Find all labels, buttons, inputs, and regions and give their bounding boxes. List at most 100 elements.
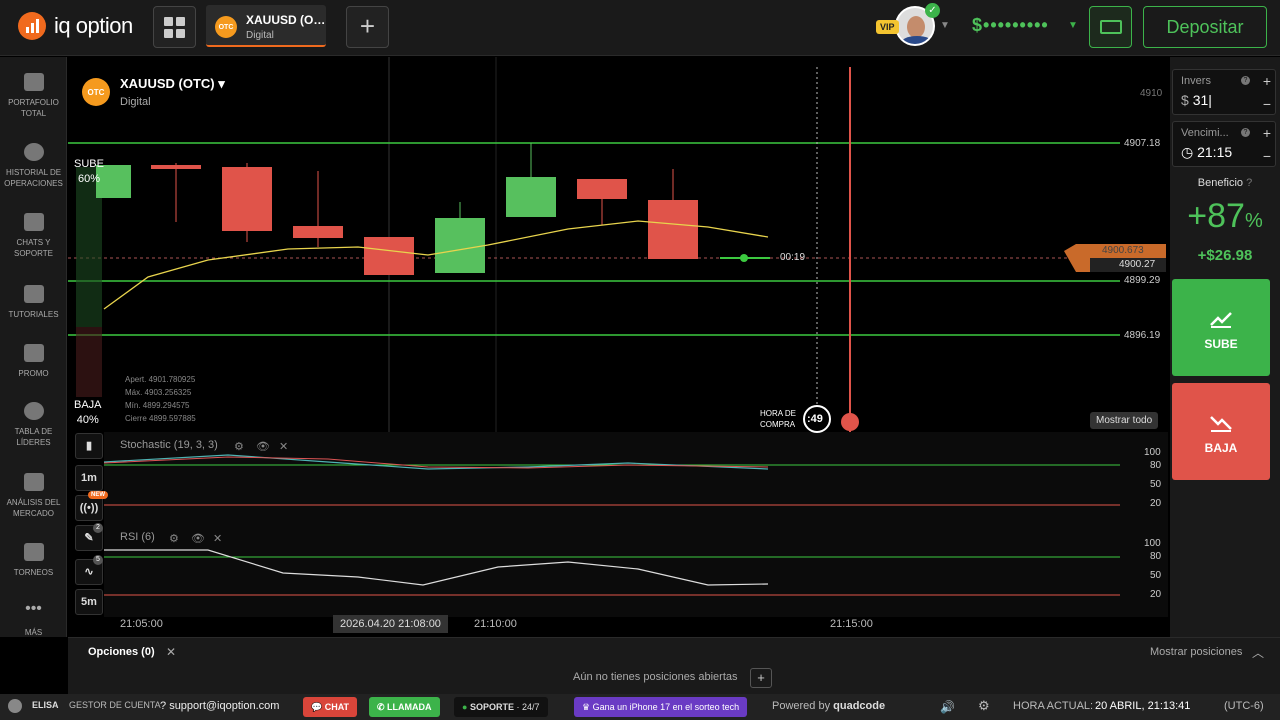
sidebar-item-history[interactable]: HISTORIAL DE OPERACIONES — [0, 143, 67, 189]
asset-tab[interactable]: OTC XAUUSD (O… Digital — [206, 5, 326, 47]
trend-up-icon — [1210, 312, 1232, 328]
expiry-field[interactable]: Vencimi... ? ◷ 21:15 + − — [1172, 121, 1276, 167]
time-tick: 21:15:00 — [830, 618, 873, 630]
chart-type-button[interactable]: ▮ — [75, 433, 103, 459]
increase-expiry-button[interactable]: + — [1257, 122, 1277, 144]
iqoption-logo[interactable]: iq option — [18, 12, 133, 40]
chevron-up-icon[interactable]: ︿ — [1252, 644, 1264, 661]
sube-button[interactable]: SUBE — [1172, 279, 1270, 376]
buy-time-label: HORA DE COMPRA — [760, 409, 797, 429]
bar-chart-icon — [23, 473, 44, 491]
show-all-button[interactable]: Mostrar todo — [1090, 412, 1159, 429]
clock-icon — [23, 143, 44, 161]
positions-panel: Opciones (0) ✕ Mostrar posiciones ︿ Aún … — [68, 637, 1280, 694]
buy-timer: :49 — [807, 413, 823, 425]
profit-percent: +87% — [1187, 197, 1263, 235]
gear-icon[interactable]: ⚙ — [234, 440, 244, 453]
crosshair-time: 2026.04.20 21:08:00 — [333, 615, 448, 633]
add-position-button[interactable]: + — [750, 668, 772, 688]
deposit-button[interactable]: Depositar — [1143, 6, 1267, 48]
decrease-expiry-button[interactable]: − — [1257, 145, 1277, 167]
graduation-cap-icon — [23, 285, 44, 303]
candle — [648, 169, 698, 259]
sube-sentiment: SUBE 60% — [74, 158, 104, 185]
trophy-icon — [23, 543, 44, 561]
sentiment-down-bar — [76, 327, 102, 397]
verified-check-icon: ✓ — [925, 3, 940, 18]
megaphone-icon — [23, 344, 44, 362]
rsi-tick: 20 — [1150, 589, 1162, 600]
live-price-dot — [740, 254, 748, 262]
speaker-icon[interactable]: 🔊 — [940, 700, 955, 714]
current-price-label: 4900.27 — [1119, 259, 1156, 270]
rsi-tick: 50 — [1150, 570, 1162, 581]
profit-label: Beneficio ? — [1197, 177, 1253, 189]
chat-button[interactable]: 💬 CHAT — [303, 697, 358, 717]
asset-grid-button[interactable] — [153, 6, 196, 48]
timeframe-5m-button[interactable]: 5m — [75, 589, 103, 615]
account-manager[interactable]: GESTOR DE CUENTA — [69, 700, 161, 710]
chevron-down-icon[interactable]: ▼ — [940, 20, 950, 31]
eye-icon[interactable]: 👁 — [191, 532, 205, 545]
support-email[interactable]: ? support@iqoption.com — [160, 700, 279, 712]
gear-icon[interactable]: ⚙ — [978, 698, 990, 714]
eye-icon[interactable]: 👁 — [256, 440, 270, 453]
chart-canvas[interactable] — [68, 57, 1168, 637]
call-button[interactable]: ✆ LLAMADA — [369, 697, 440, 717]
sidebar-item-leaderboard[interactable]: TABLA DE LÍDERES — [0, 402, 67, 448]
sidebar-item-analysis[interactable]: ANÁLISIS DEL MERCADO — [0, 473, 67, 519]
help-icon[interactable]: ? — [1241, 76, 1250, 85]
sidebar-item-chats[interactable]: CHATS Y SOPORTE — [0, 213, 67, 259]
support-button[interactable]: ● SOPORTE · 24/7 — [454, 697, 548, 717]
indicators-count: 5 — [93, 555, 103, 565]
powered-by: Powered by quadcode — [772, 700, 886, 712]
asset-name: XAUUSD (OTC) ▾ — [120, 76, 225, 91]
close-icon[interactable]: ✕ — [279, 440, 288, 453]
cash-icon[interactable] — [1089, 6, 1132, 48]
balance-display[interactable]: $••••••••• — [972, 15, 1049, 36]
add-asset-button[interactable]: + — [346, 6, 389, 48]
increase-amount-button[interactable]: + — [1257, 70, 1277, 92]
help-icon[interactable]: ? — [1241, 128, 1250, 137]
trade-panel: Invers ? $ 31| + − Vencimi... ? ◷ 21:15 … — [1170, 57, 1280, 637]
decrease-amount-button[interactable]: − — [1257, 93, 1277, 115]
sidebar-item-more[interactable]: ••• MÁS — [0, 601, 67, 638]
investment-input[interactable]: $ 31| — [1181, 92, 1212, 108]
new-badge: NEW — [88, 491, 108, 499]
asset-type: Digital — [120, 96, 151, 108]
close-icon[interactable]: ✕ — [166, 645, 176, 659]
current-time-value: 20 ABRIL, 21:13:41 — [1095, 700, 1191, 712]
show-positions-button[interactable]: Mostrar posiciones — [1150, 646, 1242, 658]
current-time-label: HORA ACTUAL: — [1013, 700, 1094, 712]
vip-badge: VIP — [876, 20, 899, 34]
sidebar-item-tournaments[interactable]: TORNEOS — [0, 543, 67, 578]
rsi-label: RSI (6) — [120, 531, 155, 543]
price-level: 4910 — [1140, 88, 1163, 99]
investment-field[interactable]: Invers ? $ 31| + − — [1172, 69, 1276, 115]
sidebar-item-promo[interactable]: PROMO — [0, 344, 67, 379]
timeframe-1m-button[interactable]: 1m — [75, 465, 103, 491]
brand-name: iq option — [54, 13, 133, 38]
options-tab[interactable]: Opciones (0) — [88, 646, 155, 658]
expiry-value[interactable]: ◷ 21:15 — [1181, 144, 1232, 161]
chevron-down-icon[interactable]: ▼ — [1068, 20, 1078, 31]
candle — [222, 163, 272, 242]
price-level: 4907.18 — [1124, 138, 1161, 149]
asset-tab-type: Digital — [246, 30, 274, 41]
otc-icon: OTC — [82, 78, 110, 106]
baja-button[interactable]: BAJA — [1172, 383, 1270, 480]
user-name[interactable]: ELISA — [32, 700, 59, 710]
trend-down-icon — [1210, 416, 1232, 432]
sidebar-item-portfolio[interactable]: PORTAFOLIO TOTAL — [0, 73, 67, 119]
rsi-pane — [104, 527, 1168, 617]
sidebar-item-tutorials[interactable]: TUTORIALES — [0, 285, 67, 320]
gear-icon[interactable]: ⚙ — [169, 532, 179, 545]
stoch-tick: 100 — [1144, 447, 1161, 458]
price-chart[interactable]: 4910 4907.18 4899.29 4896.19 4900.673 49… — [68, 57, 1168, 637]
chat-icon — [23, 213, 44, 231]
user-avatar[interactable] — [8, 699, 22, 713]
promo-banner[interactable]: ♛ Gana un iPhone 17 en el sorteo tech — [574, 697, 748, 717]
candle-stats: Apert. 4901.780925 Máx. 4903.256325 Mín.… — [125, 375, 196, 423]
left-sidebar: PORTAFOLIO TOTAL HISTORIAL DE OPERACIONE… — [0, 57, 67, 637]
close-icon[interactable]: ✕ — [213, 532, 222, 545]
